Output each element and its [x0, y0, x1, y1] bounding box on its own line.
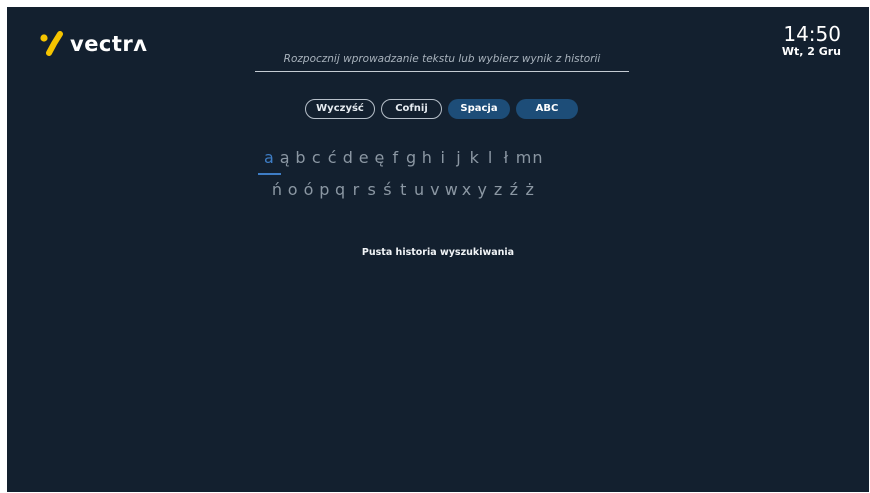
keyboard-key[interactable]: ń: [271, 179, 283, 201]
keyboard-key[interactable]: d: [342, 147, 354, 169]
keyboard-key[interactable]: l: [484, 147, 496, 169]
keyboard-key[interactable]: v: [429, 179, 441, 201]
empty-history-message: Pusta historia wyszukiwania: [361, 247, 515, 258]
keyboard-key[interactable]: ź: [508, 179, 520, 201]
search-placeholder: Rozpocznij wprowadzanie tekstu lub wybie…: [283, 53, 601, 65]
keyboard-key[interactable]: g: [405, 147, 417, 169]
search-input[interactable]: Rozpocznij wprowadzanie tekstu lub wybie…: [255, 47, 629, 72]
space-button[interactable]: Spacja: [448, 99, 510, 119]
keyboard-key[interactable]: h: [421, 147, 433, 169]
keyboard-key[interactable]: y: [476, 179, 488, 201]
brand-logo: vectrʌ: [40, 29, 147, 59]
clock-date: Wt, 2 Gru: [781, 45, 841, 58]
vectra-logo-icon: [40, 31, 63, 56]
keyboard-key[interactable]: ó: [303, 179, 315, 201]
keyboard-key[interactable]: x: [461, 179, 473, 201]
keyboard-row-2: ńoópqrsśtuvwxyzźż: [271, 179, 536, 201]
undo-button[interactable]: Cofnij: [381, 99, 442, 119]
keyboard-key[interactable]: s: [366, 179, 378, 201]
keyboard-key[interactable]: t: [397, 179, 409, 201]
clock: 14:50 Wt, 2 Gru: [782, 23, 841, 59]
keyboard-key[interactable]: z: [492, 179, 504, 201]
keyboard-controls: Wyczyść Cofnij Spacja ABC: [305, 99, 578, 119]
keyboard-key[interactable]: j: [453, 147, 465, 169]
abc-toggle-button[interactable]: ABC: [516, 99, 578, 119]
keyboard-key[interactable]: p: [318, 179, 330, 201]
search-screen: vectrʌ 14:50 Wt, 2 Gru Rozpocznij wprowa…: [7, 7, 869, 492]
keyboard-key[interactable]: e: [358, 147, 370, 169]
keyboard-key[interactable]: b: [295, 147, 307, 169]
clear-button[interactable]: Wyczyść: [305, 99, 375, 119]
keyboard-key[interactable]: u: [413, 179, 425, 201]
keyboard-key[interactable]: a: [258, 147, 281, 175]
brand-name: vectrʌ: [70, 31, 148, 56]
keyboard-key[interactable]: n: [532, 147, 544, 169]
keyboard-key[interactable]: c: [310, 147, 322, 169]
keyboard-key[interactable]: q: [334, 179, 346, 201]
keyboard-key[interactable]: k: [468, 147, 480, 169]
keyboard-key[interactable]: f: [389, 147, 401, 169]
keyboard-key[interactable]: ą: [279, 147, 291, 169]
keyboard-key[interactable]: ż: [524, 179, 536, 201]
keyboard-key[interactable]: ę: [374, 147, 386, 169]
keyboard-key[interactable]: m: [516, 147, 532, 169]
keyboard-key[interactable]: r: [350, 179, 362, 201]
keyboard-key[interactable]: ł: [500, 147, 512, 169]
keyboard-key[interactable]: w: [445, 179, 458, 201]
clock-time: 14:50: [783, 22, 841, 46]
keyboard-key[interactable]: o: [287, 179, 299, 201]
keyboard-key[interactable]: ć: [326, 147, 338, 169]
keyboard-key[interactable]: i: [437, 147, 449, 169]
keyboard-row-1: aąbcćdeęfghijklłmn: [258, 147, 544, 175]
keyboard-key[interactable]: ś: [382, 179, 394, 201]
